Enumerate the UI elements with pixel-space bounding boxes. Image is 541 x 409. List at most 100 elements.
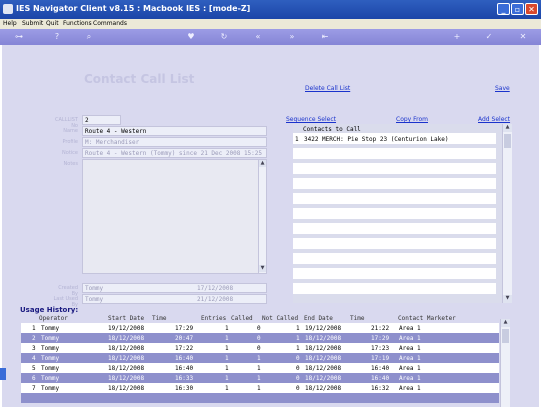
refresh-icon[interactable]: ↻: [219, 32, 229, 42]
table-cell: Tommy: [41, 345, 60, 352]
table-cell: 17:29: [371, 335, 390, 342]
table-cell: 7: [32, 385, 36, 392]
table-cell: 0: [296, 355, 300, 362]
table-cell: Tommy: [41, 325, 60, 332]
usage-scroll-up-icon[interactable]: ▲: [501, 319, 510, 327]
table-cell: 16:40: [371, 375, 390, 382]
usage-scroll-thumb[interactable]: [502, 329, 509, 343]
table-cell: Area 1: [399, 345, 421, 352]
contacts-scrollbar[interactable]: ▲ ▼: [502, 124, 512, 303]
table-row[interactable]: 1 Tommy 19/12/2008 17:29 1 0 1 19/12/2008 21:22 A…: [21, 323, 499, 333]
table-cell: 5: [32, 365, 36, 372]
side-tab[interactable]: [0, 368, 6, 380]
table-row[interactable]: [21, 393, 499, 403]
menu-commands[interactable]: Commands: [93, 20, 127, 27]
table-cell: Area 1: [399, 335, 421, 342]
col-operator: Operator: [39, 315, 68, 322]
table-cell: Area 1: [399, 385, 421, 392]
table-cell: 1: [225, 355, 229, 362]
list-item[interactable]: [293, 283, 496, 296]
table-cell: 17:19: [371, 355, 390, 362]
list-item[interactable]: 1 3422 MERCH: Pie Stop 23 (Centurion Lak…: [293, 133, 496, 146]
close-icon[interactable]: ✕: [518, 32, 528, 42]
delete-call-list-link[interactable]: Delete Call List: [305, 85, 350, 92]
table-cell: 1: [257, 355, 261, 362]
window-title: IES Navigator Client v8.15 : Macbook IES…: [16, 4, 251, 13]
table-cell: 18/12/2008: [108, 335, 145, 342]
table-cell: 18/12/2008: [305, 335, 342, 342]
notes-scrollbar[interactable]: ▲ ▼: [258, 160, 266, 273]
table-cell: Tommy: [41, 355, 60, 362]
list-item[interactable]: [293, 223, 496, 236]
sequence-select-link[interactable]: Sequence Select: [286, 116, 336, 123]
table-row[interactable]: 4 Tommy 18/12/2008 16:40 1 1 0 18/12/2008 17:19 A…: [21, 353, 499, 363]
list-item[interactable]: [293, 238, 496, 251]
notes-scroll-down-icon[interactable]: ▼: [259, 265, 266, 272]
heart-icon[interactable]: ♥: [186, 32, 196, 42]
close-window-icon[interactable]: ✕: [525, 3, 538, 15]
search-icon[interactable]: ⌕: [84, 32, 94, 42]
table-cell: 1: [257, 365, 261, 372]
menu-quit[interactable]: Quit: [46, 20, 59, 27]
add-select-link[interactable]: Add Select: [478, 116, 510, 123]
contacts-scroll-thumb[interactable]: [504, 134, 511, 148]
contacts-scroll-up-icon[interactable]: ▲: [503, 124, 512, 132]
table-cell: 1: [257, 375, 261, 382]
check-icon[interactable]: ✓: [484, 32, 494, 42]
table-cell: Tommy: [41, 365, 60, 372]
table-row[interactable]: 6 Tommy 18/12/2008 16:33 1 1 0 18/12/2008 16:40 A…: [21, 373, 499, 383]
col-called: Called: [231, 315, 253, 322]
list-item[interactable]: [293, 178, 496, 191]
table-row[interactable]: 2 Tommy 18/12/2008 20:47 1 0 1 18/12/2008 17:29 A…: [21, 333, 499, 343]
list-item[interactable]: [293, 163, 496, 176]
copy-from-link[interactable]: Copy From: [396, 116, 428, 123]
table-cell: 0: [296, 365, 300, 372]
table-cell: Area 1: [399, 355, 421, 362]
table-cell: 18/12/2008: [108, 385, 145, 392]
rewind-icon[interactable]: «: [253, 32, 263, 42]
table-cell: 19/12/2008: [108, 325, 145, 332]
contacts-scroll-down-icon[interactable]: ▼: [503, 295, 512, 303]
key-icon[interactable]: ⊶: [8, 32, 30, 42]
table-cell: 18/12/2008: [108, 375, 145, 382]
list-item[interactable]: [293, 148, 496, 161]
table-cell: 1: [225, 385, 229, 392]
minimize-icon[interactable]: _: [497, 3, 510, 15]
list-item[interactable]: [293, 208, 496, 221]
table-cell: Area 1: [399, 365, 421, 372]
maximize-icon[interactable]: ▫: [511, 3, 524, 15]
table-row[interactable]: 3 Tommy 18/12/2008 17:22 1 0 1 18/12/2008 17:23 A…: [21, 343, 499, 353]
table-cell: 0: [257, 325, 261, 332]
app-icon: [3, 4, 13, 14]
help-icon[interactable]: ?: [52, 32, 62, 42]
list-item[interactable]: [293, 193, 496, 206]
fast-forward-icon[interactable]: »: [287, 32, 297, 42]
notes-textarea[interactable]: [82, 159, 267, 274]
title-bar: IES Navigator Client v8.15 : Macbook IES…: [0, 0, 541, 19]
menu-bar: Help Submit Quit Functions Commands: [0, 19, 541, 29]
usage-scrollbar[interactable]: ▲: [500, 319, 510, 407]
save-link[interactable]: Save: [495, 85, 510, 92]
name-field[interactable]: Route 4 - Western: [82, 126, 267, 136]
col-end-date: End Date: [304, 315, 333, 322]
col-time: Time: [152, 315, 167, 322]
first-icon[interactable]: ⇤: [320, 32, 330, 42]
table-cell: 1: [296, 335, 300, 342]
list-item[interactable]: [293, 268, 496, 281]
add-icon[interactable]: +: [452, 32, 462, 42]
page-title: Contact Call List: [84, 72, 195, 86]
notes-scroll-up-icon[interactable]: ▲: [259, 160, 266, 167]
table-cell: 18/12/2008: [108, 365, 145, 372]
profile-field[interactable]: M: Merchandiser: [82, 137, 267, 147]
list-item[interactable]: [293, 253, 496, 266]
table-row[interactable]: 7 Tommy 18/12/2008 16:30 1 1 0 18/12/2008 16:32 A…: [21, 383, 499, 393]
created-by-name: Tommy: [85, 285, 104, 292]
menu-help[interactable]: Help: [3, 20, 17, 27]
table-cell: 0: [296, 375, 300, 382]
menu-submit[interactable]: Submit: [22, 20, 43, 27]
table-row[interactable]: 5 Tommy 18/12/2008 16:40 1 1 0 18/12/2008 16:40 A…: [21, 363, 499, 373]
table-cell: 18/12/2008: [305, 365, 342, 372]
call-list-no-field[interactable]: 2: [82, 115, 121, 125]
menu-functions[interactable]: Functions: [63, 20, 92, 27]
last-used-by-field: Tommy 21/12/2008: [82, 294, 267, 304]
